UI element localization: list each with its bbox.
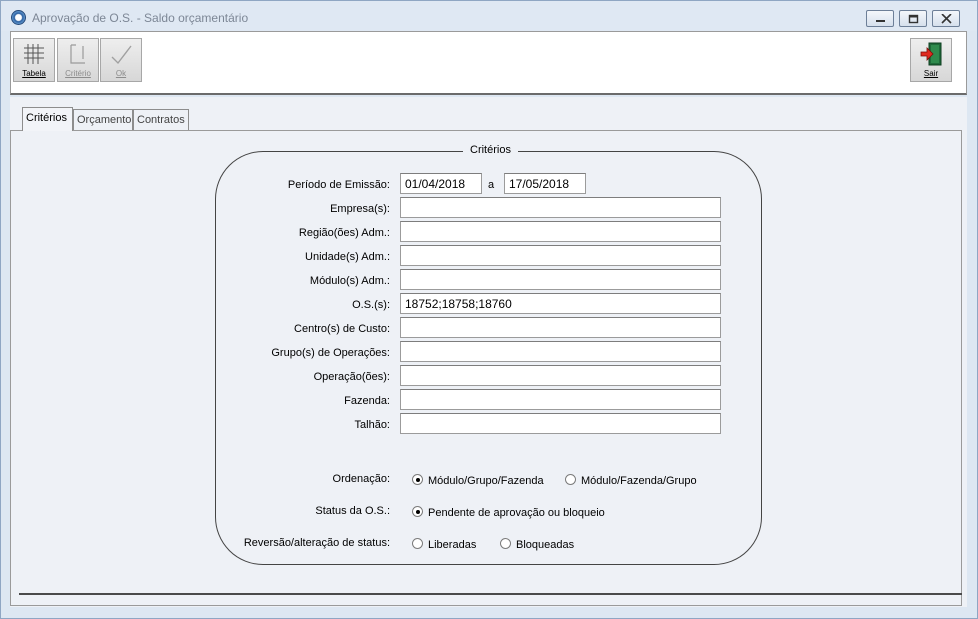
ordenacao-modulo-grupo-fazenda-radio[interactable]: Módulo/Grupo/Fazenda: [412, 474, 544, 487]
close-button[interactable]: [932, 10, 960, 27]
modulo-label: Módulo(s) Adm.:: [309, 275, 390, 287]
sair-label: Sair: [923, 69, 939, 78]
tab-contratos-label: Contratos: [137, 114, 185, 126]
window-title: Aprovação de O.S. - Saldo orçamentário: [32, 11, 249, 25]
tab-orcamento-label: Orçamento: [77, 114, 132, 126]
sair-button[interactable]: Sair: [910, 38, 952, 82]
exit-door-icon: [920, 42, 942, 66]
status-label: Status da O.S.:: [315, 505, 390, 517]
unidade-label: Unidade(s) Adm.:: [305, 251, 390, 263]
periodo-to-field[interactable]: 17/05/2018: [504, 173, 586, 194]
periodo-separator: a: [488, 179, 495, 191]
close-icon: [941, 14, 952, 24]
radio-label: Bloqueadas: [516, 539, 575, 551]
fazenda-field[interactable]: [400, 389, 721, 410]
criteria-group-title: Critérios: [463, 144, 518, 156]
toolbar: Tabela Critério Ok Sair: [10, 31, 967, 95]
periodo-from-field[interactable]: 01/04/2018: [400, 173, 482, 194]
restore-icon: [908, 14, 919, 24]
radio-label: Pendente de aprovação ou bloqueio: [428, 507, 605, 519]
reversao-liberadas-radio[interactable]: Liberadas: [412, 538, 476, 551]
reversao-label: Reversão/alteração de status:: [243, 537, 390, 549]
criterio-label: Critério: [65, 69, 91, 78]
radio-unselected-icon: [565, 474, 576, 485]
operacao-label: Operação(ões):: [313, 371, 390, 383]
tabela-label: Tabela: [22, 69, 46, 78]
status-pendente-radio[interactable]: Pendente de aprovação ou bloqueio: [412, 506, 605, 519]
radio-label: Liberadas: [428, 539, 477, 551]
grid-icon: [24, 44, 44, 64]
grupo-operacoes-label: Grupo(s) de Operações:: [271, 347, 390, 359]
radio-selected-icon: [412, 506, 423, 517]
os-field[interactable]: 18752;18758;18760: [400, 293, 721, 314]
regiao-field[interactable]: [400, 221, 721, 242]
ok-label: Ok: [115, 69, 127, 78]
ordenacao-label: Ordenação:: [332, 473, 390, 485]
criterio-button[interactable]: Critério: [57, 38, 99, 82]
app-window: Aprovação de O.S. - Saldo orçamentário T…: [0, 0, 978, 619]
empresa-field[interactable]: [400, 197, 721, 218]
minimize-icon: [876, 20, 885, 22]
talhao-label: Talhão:: [354, 419, 390, 431]
title-bar: Aprovação de O.S. - Saldo orçamentário: [1, 1, 977, 31]
tab-contratos[interactable]: Contratos: [133, 109, 189, 131]
minimize-button[interactable]: [866, 10, 894, 27]
radio-unselected-icon: [500, 538, 511, 549]
empresa-label: Empresa(s):: [330, 203, 390, 215]
ordenacao-modulo-fazenda-grupo-radio[interactable]: Módulo/Fazenda/Grupo: [565, 474, 697, 487]
os-label: O.S.(s):: [352, 299, 390, 311]
radio-unselected-icon: [412, 538, 423, 549]
modulo-field[interactable]: [400, 269, 721, 290]
tab-criterios-label: Critérios: [26, 112, 67, 124]
regiao-label: Região(ões) Adm.:: [298, 227, 390, 239]
talhao-field[interactable]: [400, 413, 721, 434]
radio-label: Módulo/Grupo/Fazenda: [428, 475, 544, 487]
fazenda-label: Fazenda:: [344, 395, 390, 407]
criteria-icon: [70, 44, 85, 64]
radio-selected-icon: [412, 474, 423, 485]
restore-button[interactable]: [899, 10, 927, 27]
operacao-field[interactable]: [400, 365, 721, 386]
reversao-bloqueadas-radio[interactable]: Bloqueadas: [500, 538, 574, 551]
unidade-field[interactable]: [400, 245, 721, 266]
check-icon: [111, 45, 132, 65]
divider: [19, 593, 962, 595]
centro-custo-label: Centro(s) de Custo:: [294, 323, 390, 335]
tabela-button[interactable]: Tabela: [13, 38, 55, 82]
radio-label: Módulo/Fazenda/Grupo: [581, 475, 697, 487]
periodo-label: Período de Emissão:: [287, 179, 390, 191]
app-logo-icon: [11, 10, 26, 25]
centro-custo-field[interactable]: [400, 317, 721, 338]
ok-button[interactable]: Ok: [100, 38, 142, 82]
tab-criterios[interactable]: Critérios: [22, 107, 73, 131]
tab-orcamento[interactable]: Orçamento: [73, 109, 133, 131]
grupo-operacoes-field[interactable]: [400, 341, 721, 362]
